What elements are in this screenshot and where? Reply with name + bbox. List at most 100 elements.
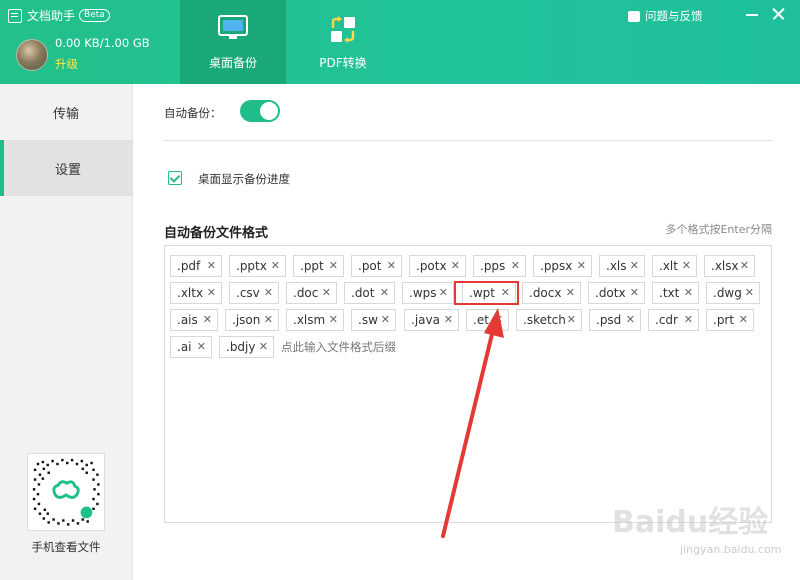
qr-caption: 手机查看文件 (31, 540, 101, 554)
format-tag: .pps ✕ (473, 255, 526, 277)
qr-code (27, 453, 105, 531)
feedback-link[interactable]: 问题与反馈 (628, 8, 703, 24)
app-title: 文档助手 Beta (8, 7, 110, 24)
show-progress-checkbox[interactable] (168, 171, 182, 185)
format-tag: .ppt ✕ (293, 255, 344, 277)
monitor-icon (218, 15, 248, 39)
remove-tag-icon[interactable]: ✕ (329, 313, 338, 326)
remove-tag-icon[interactable]: ✕ (567, 313, 576, 326)
remove-tag-icon[interactable]: ✕ (329, 259, 338, 272)
remove-tag-icon[interactable]: ✕ (684, 286, 693, 299)
remove-tag-icon[interactable]: ✕ (739, 313, 748, 326)
remove-tag-icon[interactable]: ✕ (566, 286, 575, 299)
format-tag-label: .pps (480, 259, 506, 273)
format-tag: .xltx ✕ (170, 282, 222, 304)
format-tag: .et ✕ (466, 309, 509, 331)
format-tag: .doc ✕ (286, 282, 337, 304)
auto-backup-label: 自动备份： (164, 106, 222, 120)
format-tag: .ppsx ✕ (533, 255, 592, 277)
remove-tag-icon[interactable]: ✕ (197, 340, 206, 353)
remove-tag-icon[interactable]: ✕ (745, 286, 754, 299)
format-tag-label: .txt (659, 286, 680, 300)
remove-tag-icon[interactable]: ✕ (203, 313, 212, 326)
format-tag: .pot ✕ (351, 255, 402, 277)
tab-desktop-backup-label: 桌面备份 (208, 56, 257, 70)
format-tag-label: .xls (606, 259, 627, 273)
format-tag-label: .ppsx (540, 259, 573, 273)
remove-tag-icon[interactable]: ✕ (271, 259, 280, 272)
format-tag: .bdjy ✕ (219, 336, 274, 358)
beta-badge: Beta (79, 9, 110, 22)
format-tag-label: .wpt (469, 286, 495, 300)
format-tag: .pptx ✕ (229, 255, 286, 277)
remove-tag-icon[interactable]: ✕ (740, 259, 749, 272)
format-tag-label: .doc (293, 286, 319, 300)
upgrade-link[interactable]: 升级 (55, 56, 78, 72)
remove-tag-icon[interactable]: ✕ (387, 259, 396, 272)
remove-tag-icon[interactable]: ✕ (380, 286, 389, 299)
format-tag-label: .xltx (177, 286, 204, 300)
remove-tag-icon[interactable]: ✕ (381, 313, 390, 326)
format-tag-label: .java (411, 313, 440, 327)
format-tag-label: .potx (416, 259, 447, 273)
remove-tag-icon[interactable]: ✕ (577, 259, 586, 272)
storage-usage: 0.00 KB/1.00 GB (55, 36, 150, 50)
tab-pdf-convert[interactable]: PDF转换 (290, 0, 396, 84)
format-tag: .dotx ✕ (588, 282, 645, 304)
format-tag: .sketch ✕ (516, 309, 582, 331)
format-tag: .xlsm ✕ (286, 309, 344, 331)
app-title-text: 文档助手 (27, 9, 76, 23)
remove-tag-icon[interactable]: ✕ (264, 313, 273, 326)
show-progress-label: 桌面显示备份进度 (198, 172, 290, 186)
format-tag-label: .pot (358, 259, 382, 273)
tab-desktop-backup[interactable]: 桌面备份 (180, 0, 286, 84)
format-tag-label: .docx (529, 286, 562, 300)
remove-tag-icon[interactable]: ✕ (494, 313, 503, 326)
remove-tag-icon[interactable]: ✕ (630, 259, 639, 272)
remove-tag-icon[interactable]: ✕ (511, 259, 520, 272)
format-tag-label: .dwg (713, 286, 742, 300)
remove-tag-icon[interactable]: ✕ (682, 259, 691, 272)
remove-tag-icon[interactable]: ✕ (626, 313, 635, 326)
remove-tag-icon[interactable]: ✕ (259, 340, 268, 353)
format-tag: .docx ✕ (522, 282, 581, 304)
app-logo-icon (8, 8, 22, 23)
format-tag-label: .dotx (595, 286, 626, 300)
remove-tag-icon[interactable]: ✕ (322, 286, 331, 299)
remove-tag-icon[interactable]: ✕ (439, 286, 448, 299)
remove-tag-icon[interactable]: ✕ (444, 313, 453, 326)
format-tag: .pdf ✕ (170, 255, 222, 277)
format-tag: .txt ✕ (652, 282, 699, 304)
format-tag: .prt ✕ (706, 309, 754, 331)
format-tag-label: .wps (409, 286, 437, 300)
remove-tag-icon[interactable]: ✕ (451, 259, 460, 272)
remove-tag-icon[interactable]: ✕ (501, 286, 510, 299)
format-tag-label: .xlt (659, 259, 678, 273)
format-tag: .xlt ✕ (652, 255, 697, 277)
format-tag-label: .bdjy (226, 340, 256, 354)
format-tag-label: .psd (596, 313, 622, 327)
format-tag: .dot ✕ (344, 282, 395, 304)
auto-backup-toggle[interactable] (240, 100, 280, 122)
close-button[interactable] (768, 4, 788, 24)
remove-tag-icon[interactable]: ✕ (264, 286, 273, 299)
minimize-button[interactable] (742, 4, 762, 24)
sidebar-item-settings[interactable]: 设置 (0, 140, 132, 196)
format-tag: .csv ✕ (229, 282, 279, 304)
format-input-placeholder[interactable]: 点此输入文件格式后缀 (281, 339, 396, 355)
sidebar-item-transfer[interactable]: 传输 (0, 84, 132, 140)
format-tag-label: .dot (351, 286, 375, 300)
avatar[interactable] (16, 39, 48, 71)
format-tag: .ai ✕ (170, 336, 212, 358)
watermark-logo: Baidu经验 (612, 505, 769, 540)
remove-tag-icon[interactable]: ✕ (207, 286, 216, 299)
formats-hint: 多个格式按Enter分隔 (665, 223, 772, 236)
format-tag: .potx ✕ (409, 255, 466, 277)
convert-icon (331, 16, 355, 43)
format-tag-label: .et (473, 313, 489, 327)
remove-tag-icon[interactable]: ✕ (207, 259, 216, 272)
format-tag-label: .ai (177, 340, 192, 354)
remove-tag-icon[interactable]: ✕ (684, 313, 693, 326)
remove-tag-icon[interactable]: ✕ (630, 286, 639, 299)
format-tag-label: .pdf (177, 259, 201, 273)
